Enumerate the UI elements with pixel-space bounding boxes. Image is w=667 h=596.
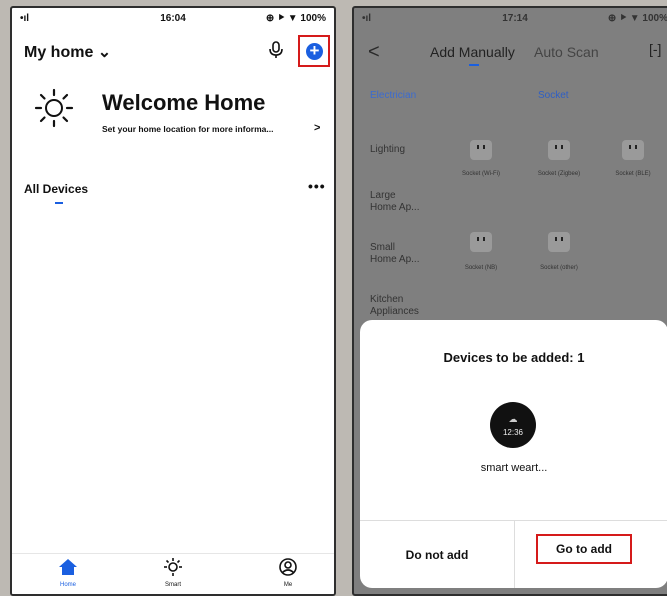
device-thumbnail[interactable]: ☁ 12:36 [490,402,536,448]
nav-smart[interactable]: Smart [143,558,203,588]
section-header-socket: Socket [538,90,569,101]
go-to-add-button[interactable]: Go to add [536,534,632,564]
home-screen: •ıl 16:04 ⊕ ⯈ ▼ 100% My home ⌄ + Welcome… [10,6,336,596]
back-icon[interactable]: < [368,41,380,64]
device-name: smart weart... [480,462,548,474]
more-icon[interactable]: ••• [308,178,326,194]
add-device-button[interactable]: + [298,35,330,67]
socket-icon[interactable] [548,232,570,252]
category-kitchen-appliances[interactable]: Kitchen Appliances [370,294,426,318]
status-bar: •ıl 17:14 ⊕ ⯈ ▼ 100% [354,8,667,28]
tab-indicator [55,202,63,204]
socket-label[interactable]: Socket (other) [529,264,589,272]
welcome-title: Welcome Home [102,90,266,115]
divider [514,520,515,588]
socket-label[interactable]: Socket (Wi-Fi) [451,170,511,178]
socket-label[interactable]: Socket (BLE) [603,170,663,178]
nav-home[interactable]: Home [38,558,98,588]
cloud-icon: ☁ [508,414,518,424]
home-title: My home [24,44,94,61]
dialog-title: Devices to be added: 1 [443,350,585,365]
nav-smart-label: Smart [164,582,181,588]
scan-icon[interactable]: [-] [649,41,661,57]
socket-label[interactable]: Socket (Zigbee) [529,170,589,178]
socket-icon[interactable] [470,140,492,160]
category-large-home-appliances[interactable]: Large Home Ap... [370,190,420,214]
tab-all-devices[interactable]: All Devices [24,182,88,196]
tab-add-manually[interactable]: Add Manually [430,44,515,60]
nav-me-label: Me [283,582,293,588]
category-electrician[interactable]: Electrician [370,90,416,101]
add-device-screen: •ıl 17:14 ⊕ ⯈ ▼ 100% < Add Manually Auto… [352,6,667,596]
bottom-nav: Home Smart Me [12,553,334,594]
battery-indicator: ⊕ ⯈ ▼ 100% [607,13,667,24]
do-not-add-button[interactable]: Do not add [360,548,514,562]
status-bar: •ıl 16:04 ⊕ ⯈ ▼ 100% [12,8,334,28]
chevron-down-icon: ⌄ [97,44,112,61]
microphone-icon[interactable] [268,41,284,59]
nav-me[interactable]: Me [258,558,318,588]
socket-icon[interactable] [622,140,644,160]
smart-icon [164,558,182,576]
socket-icon[interactable] [548,140,570,160]
sun-icon [34,88,74,128]
category-small-home-appliances[interactable]: Small Home Ap... [370,242,420,266]
profile-icon [279,558,297,576]
device-time: 12:36 [502,428,524,437]
category-lighting[interactable]: Lighting [370,144,420,156]
set-location-link[interactable]: Set your home location for more informa.… [102,124,273,134]
chevron-right-icon[interactable]: > [314,122,320,134]
socket-label[interactable]: Socket (NB) [451,264,511,272]
tab-indicator [469,64,479,66]
socket-icon[interactable] [470,232,492,252]
plus-icon: + [306,42,323,60]
home-icon [59,559,77,575]
battery-indicator: ⊕ ⯈ ▼ 100% [265,13,326,24]
home-selector[interactable]: My home ⌄ [24,42,111,62]
tab-auto-scan[interactable]: Auto Scan [534,44,599,60]
nav-home-label: Home [59,582,76,588]
devices-found-dialog: Devices to be added: 1 ☁ 12:36 smart wea… [360,320,667,588]
